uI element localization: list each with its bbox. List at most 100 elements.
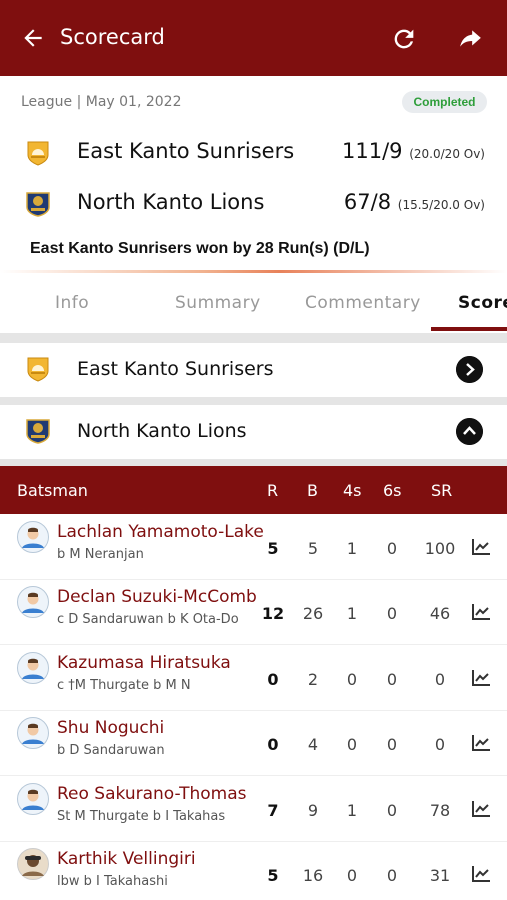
team-score: 67/8 (15.5/20.0 Ov) — [343, 190, 485, 214]
player-avatar-icon — [17, 782, 49, 815]
divider — [0, 333, 507, 343]
balls-cell: 16 — [302, 866, 324, 885]
strike-rate-cell: 46 — [429, 604, 451, 624]
strike-rate-cell: 0 — [434, 669, 446, 689]
batsman-name[interactable]: Karthik Vellingiri — [57, 849, 196, 869]
runs-cell: 0 — [267, 669, 279, 689]
chart-icon[interactable] — [471, 538, 491, 556]
fours-cell: 0 — [346, 669, 358, 689]
player-avatar-icon — [17, 521, 49, 553]
runs-cell: 12 — [261, 604, 285, 624]
strike-rate-cell: 100 — [424, 539, 456, 558]
balls-cell: 9 — [307, 800, 319, 820]
runs-cell: 0 — [267, 735, 279, 755]
dismissal-text: St M Thurgate b I Takahas — [57, 808, 226, 824]
lions-logo-icon — [26, 192, 50, 217]
app-bar: Scorecard — [0, 0, 507, 76]
divider — [0, 270, 507, 273]
divider — [0, 459, 507, 466]
sixes-cell: 0 — [386, 604, 398, 624]
batsman-row[interactable]: Reo Sakurano-Thomas St M Thurgate b I Tak… — [0, 777, 507, 842]
innings-header[interactable]: North Kanto Lions — [0, 405, 507, 459]
fours-cell: 1 — [346, 800, 358, 820]
match-meta: League | May 01, 2022 — [21, 94, 182, 110]
tab-info[interactable]: Info — [55, 293, 89, 313]
batsman-name[interactable]: Declan Suzuki-McComb — [57, 587, 257, 607]
sunrisers-logo-icon — [27, 141, 49, 166]
dismissal-text: b D Sandaruwan — [57, 743, 165, 759]
batsman-row[interactable]: Declan Suzuki-McComb c D Sandaruwan b K O… — [0, 580, 507, 646]
fours-cell: 1 — [346, 539, 358, 558]
balls-cell: 26 — [302, 604, 324, 624]
divider — [0, 397, 507, 405]
balls-cell: 4 — [307, 735, 319, 755]
sunrisers-logo-icon — [27, 357, 49, 382]
innings-team-name: East Kanto Sunrisers — [77, 358, 274, 380]
header-runs: R — [267, 481, 279, 500]
dismissal-text: b M Neranjan — [57, 547, 144, 562]
player-avatar-icon — [17, 586, 49, 619]
sixes-cell: 0 — [386, 735, 398, 755]
status-badge: Completed — [402, 91, 487, 113]
chart-icon[interactable] — [471, 734, 491, 752]
tab-bar: Info Summary Commentary Score — [0, 275, 507, 333]
balls-cell: 2 — [307, 669, 319, 689]
strike-rate-cell: 31 — [429, 866, 451, 885]
strike-rate-cell: 78 — [429, 800, 451, 820]
page-title: Scorecard — [60, 25, 165, 49]
back-arrow-icon[interactable] — [20, 25, 46, 51]
team-name: North Kanto Lions — [77, 190, 265, 214]
header-sixes: 6s — [383, 481, 402, 500]
sixes-cell: 0 — [386, 800, 398, 820]
sixes-cell: 0 — [386, 866, 398, 885]
player-avatar-icon — [17, 717, 49, 750]
batsman-row[interactable]: Karthik Vellingiri lbw b I Takahashi 5 16 0 0… — [0, 842, 507, 900]
fours-cell: 0 — [346, 735, 358, 755]
sixes-cell: 0 — [386, 539, 398, 558]
chart-icon[interactable] — [471, 603, 491, 621]
runs-cell: 5 — [267, 866, 279, 885]
player-photo — [17, 848, 49, 880]
header-strike-rate: SR — [431, 481, 453, 500]
batsman-name[interactable]: Kazumasa Hiratsuka — [57, 653, 231, 673]
strike-rate-cell: 0 — [434, 735, 446, 755]
team-score: 111/9 (20.0/20 Ov) — [342, 139, 485, 163]
refresh-icon[interactable] — [390, 25, 418, 53]
dismissal-text: lbw b I Takahashi — [57, 874, 168, 889]
fours-cell: 1 — [346, 604, 358, 624]
chevron-right-icon[interactable] — [456, 356, 483, 383]
batsman-row[interactable]: Kazumasa Hiratsuka c †M Thurgate b M N 0 2 0… — [0, 646, 507, 711]
fours-cell: 0 — [346, 866, 358, 885]
chart-icon[interactable] — [471, 800, 491, 818]
header-balls: B — [307, 481, 318, 500]
chevron-up-icon[interactable] — [456, 418, 483, 445]
lions-logo-icon — [26, 419, 50, 444]
balls-cell: 5 — [307, 539, 319, 558]
sixes-cell: 0 — [386, 669, 398, 689]
dismissal-text: c †M Thurgate b M N — [57, 677, 191, 693]
batsman-name[interactable]: Reo Sakurano-Thomas — [57, 784, 246, 804]
header-batsman: Batsman — [17, 481, 88, 500]
share-icon[interactable] — [455, 26, 485, 52]
batsman-name[interactable]: Lachlan Yamamoto-Lake — [57, 522, 264, 542]
chart-icon[interactable] — [471, 669, 491, 687]
batsman-row[interactable]: Shu Noguchi b D Sandaruwan 0 4 0 0 0 — [0, 711, 507, 777]
tab-commentary[interactable]: Commentary — [305, 293, 421, 313]
runs-cell: 7 — [267, 800, 279, 820]
tab-summary[interactable]: Summary — [175, 293, 261, 313]
dismissal-text: c D Sandaruwan b K Ota-Do — [57, 612, 239, 628]
header-fours: 4s — [343, 481, 362, 500]
team-score-row: East Kanto Sunrisers 111/9 (20.0/20 Ov) — [0, 133, 507, 173]
innings-header[interactable]: East Kanto Sunrisers — [0, 343, 507, 397]
tab-score[interactable]: Score — [458, 293, 507, 313]
chart-icon[interactable] — [471, 865, 491, 883]
active-tab-indicator — [431, 327, 507, 331]
innings-team-name: North Kanto Lions — [77, 420, 247, 442]
batting-table-header: Batsman R B 4s 6s SR — [0, 466, 507, 514]
match-result: East Kanto Sunrisers won by 28 Run(s) (D… — [30, 240, 370, 257]
batsman-row[interactable]: Lachlan Yamamoto-Lake b M Neranjan 5 5 1 0 100 — [0, 515, 507, 580]
team-score-row: North Kanto Lions 67/8 (15.5/20.0 Ov) — [0, 184, 507, 224]
team-name: East Kanto Sunrisers — [77, 139, 295, 163]
runs-cell: 5 — [267, 539, 279, 558]
batsman-name[interactable]: Shu Noguchi — [57, 718, 164, 738]
